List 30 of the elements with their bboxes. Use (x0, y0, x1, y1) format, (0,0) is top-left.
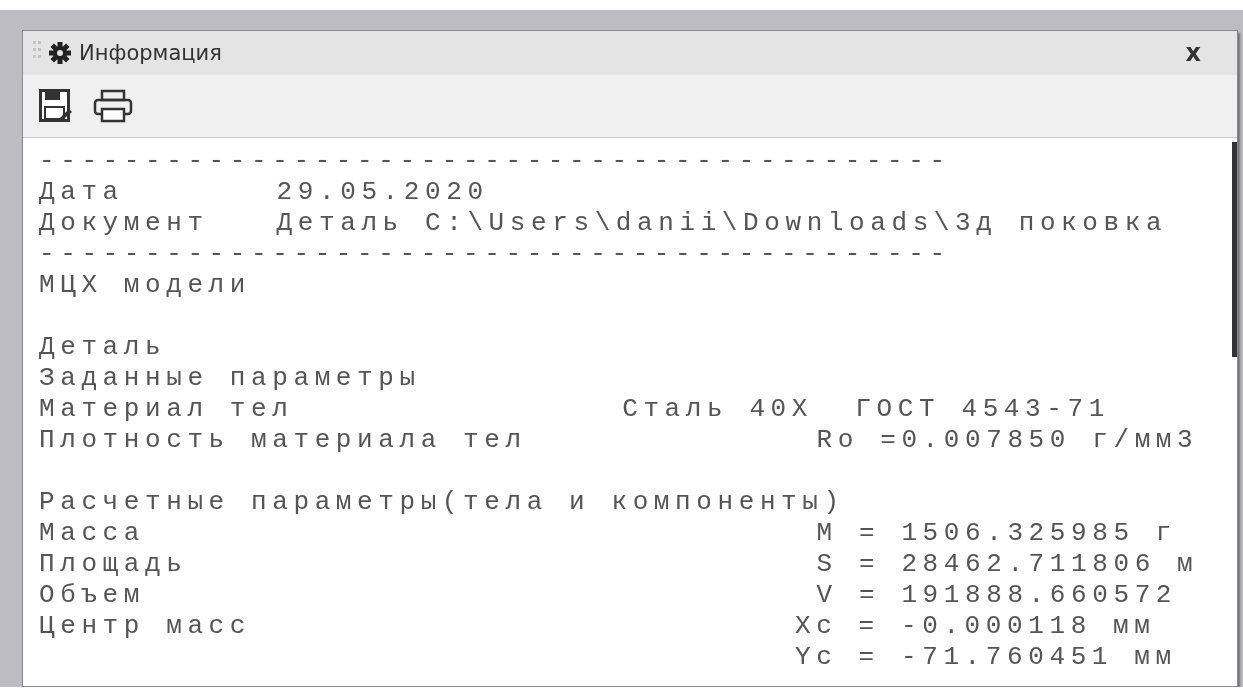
gear-icon (49, 42, 71, 64)
field-label: Масса (39, 518, 146, 549)
field-label: Площадь (39, 549, 189, 580)
field-label: Центр масс (39, 611, 253, 642)
field-value: S = 28462.711806 м (816, 549, 1199, 580)
field-label: Плотность материала тел (39, 425, 528, 456)
field-value: Деталь C:\Users\danii\Downloads\3д поковка (276, 208, 1168, 239)
close-button[interactable]: x (1179, 39, 1207, 67)
printer-icon (93, 89, 133, 123)
field-label: Объем (39, 580, 146, 611)
field-value: Yc = -71.760451 мм (795, 642, 1177, 673)
report-line: МЦХ модели (39, 270, 252, 301)
field-value: Xc = -0.000118 мм (795, 611, 1156, 642)
field-label: Документ (39, 208, 210, 239)
window-title: Информация (79, 41, 223, 65)
print-button[interactable] (93, 89, 133, 123)
save-button[interactable] (39, 89, 73, 123)
dashed-separator: ------------------------------------------- (39, 239, 951, 270)
field-label: Материал тел (39, 394, 295, 425)
report-line: Расчетные параметры(тела и компоненты) (39, 487, 845, 518)
field-value: 29.05.2020 (276, 177, 489, 208)
field-value: M = 1506.325985 г (816, 518, 1178, 549)
dashed-separator: ------------------------------------------- (39, 146, 951, 177)
scrollbar-thumb[interactable] (1232, 142, 1237, 357)
field-value: V = 191888.660572 (816, 580, 1178, 611)
report-line: Деталь (39, 332, 167, 363)
field-value: Ro =0.007850 г/мм3 (816, 425, 1199, 456)
field-label: Дата (39, 177, 125, 208)
report-line: Заданные параметры (39, 363, 421, 394)
field-value: Сталь 40Х ГОСТ 4543-71 (622, 394, 1110, 425)
